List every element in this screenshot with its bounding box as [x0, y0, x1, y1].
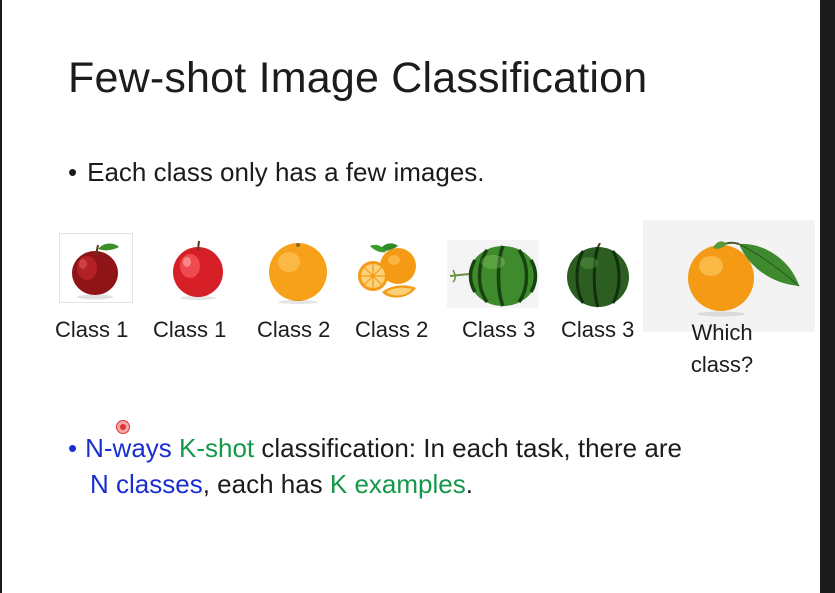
watermelon-icon	[447, 240, 539, 308]
right-frame-border	[820, 0, 835, 593]
n-classes-text: N classes	[90, 469, 203, 499]
bullet-text: Each class only has a few images.	[87, 157, 485, 187]
space-text	[172, 433, 179, 463]
watermelon-image-1	[447, 240, 539, 308]
query-orange-image	[643, 220, 815, 332]
query-label-line2: class?	[690, 352, 754, 377]
orange-with-leaf-icon	[643, 220, 815, 332]
red-apple-image-1	[59, 233, 133, 303]
orange-sliced-image	[356, 240, 420, 304]
query-label: Which class?	[680, 317, 764, 381]
k-shot-text: K-shot	[179, 433, 255, 463]
watermelon-image-2	[565, 242, 631, 309]
bullet2-text-c: .	[465, 469, 473, 499]
n-ways-text: N-ways	[85, 433, 172, 463]
image-label-2: Class 1	[153, 317, 227, 342]
image-label-6: Class 3	[561, 317, 635, 342]
sliced-orange-icon	[358, 243, 416, 298]
image-label-4: Class 2	[355, 317, 429, 342]
bullet-item-1: • Each class only has a few images.	[68, 157, 485, 188]
image-label-3: Class 2	[257, 317, 331, 342]
red-apple-icon	[173, 240, 223, 300]
image-label-5: Class 3	[462, 317, 536, 342]
slide-title: Few-shot Image Classification	[68, 54, 648, 102]
bullet2-text-b: , each has	[202, 469, 330, 499]
bullet-item-2: • N-ways K-shot classification: In each t…	[68, 430, 788, 502]
orange-image-1	[265, 240, 331, 304]
red-apple-image-2	[168, 238, 228, 300]
k-examples-text: K examples	[329, 469, 466, 499]
orange-icon	[269, 243, 327, 304]
red-apple-icon	[59, 233, 133, 303]
bullet2-text-a: classification: In each task, there are	[254, 433, 682, 463]
bullet-marker: •	[68, 157, 78, 187]
image-label-1: Class 1	[55, 317, 129, 342]
bullet-marker: •	[68, 433, 78, 463]
watermelon-icon	[567, 242, 629, 308]
slide: Few-shot Image Classification • Each clas…	[2, 0, 820, 593]
query-label-line1: Which	[691, 320, 753, 345]
